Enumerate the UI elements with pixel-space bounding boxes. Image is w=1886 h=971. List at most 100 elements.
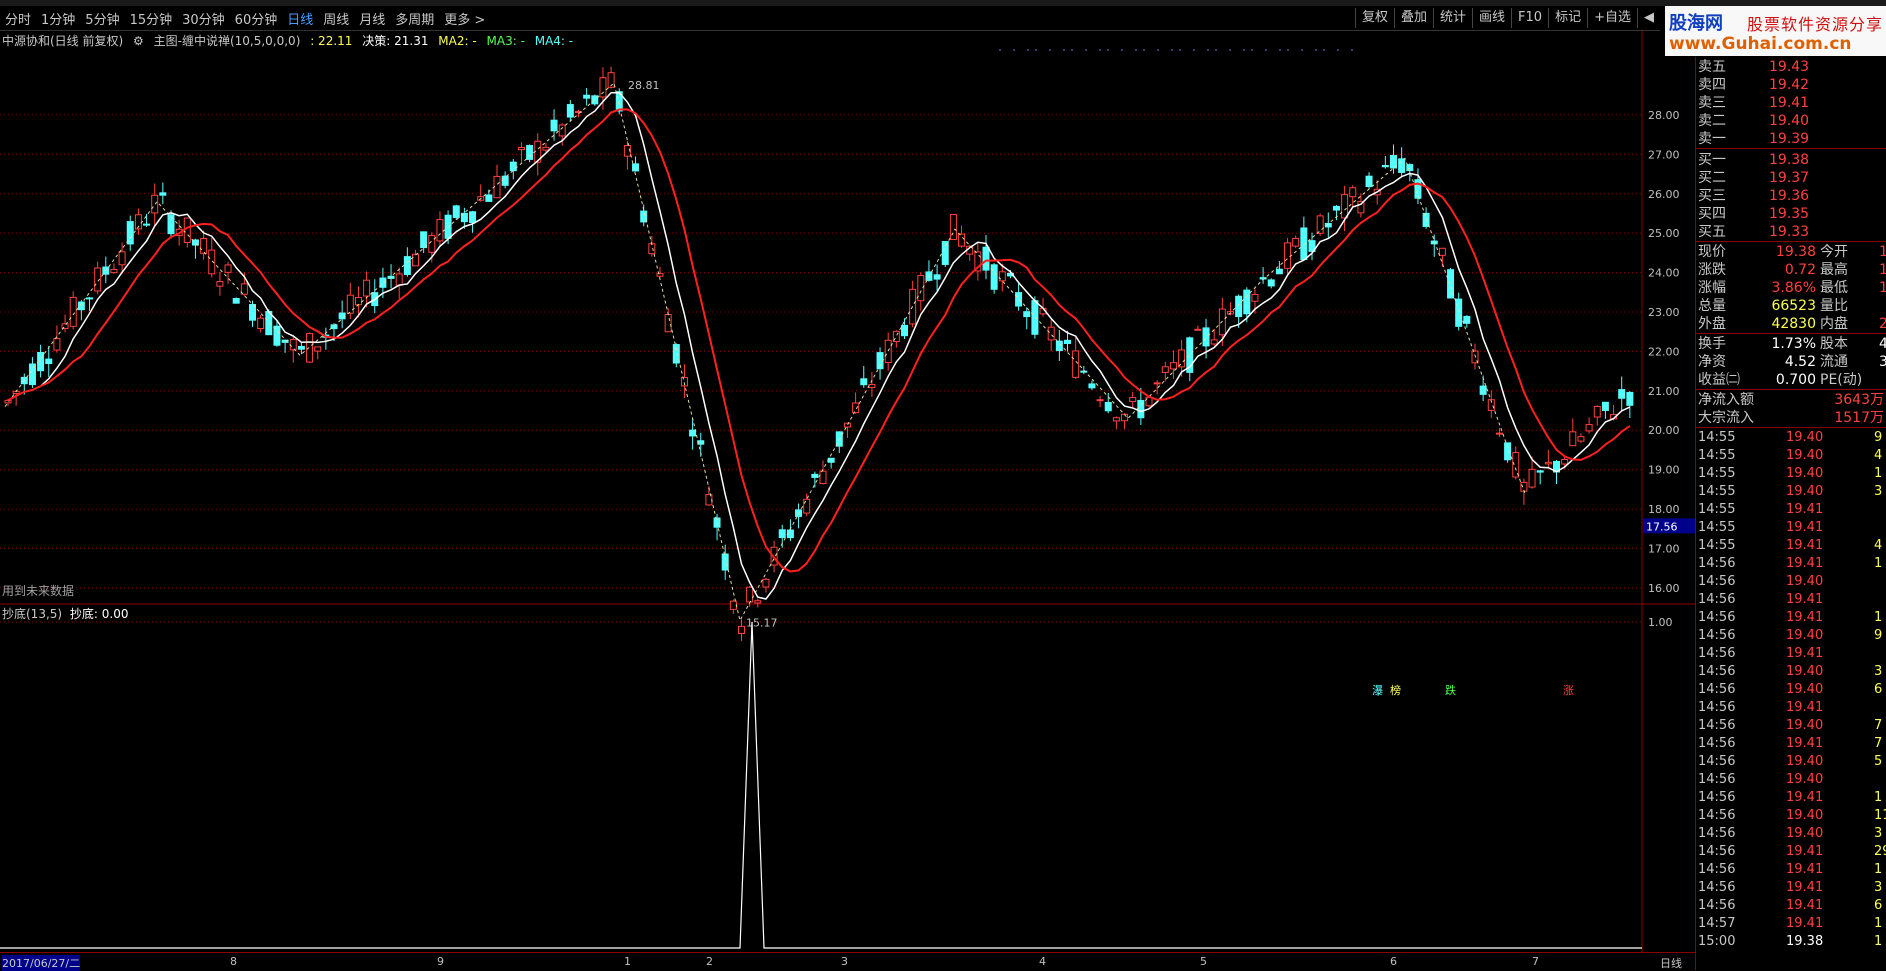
candle-body <box>118 251 126 266</box>
low-marker: 15.17 <box>746 617 778 630</box>
candle-body <box>1569 431 1577 447</box>
future-data-note: 用到未来数据 <box>2 584 75 598</box>
period-weekly[interactable]: 周线 <box>323 9 349 28</box>
candle-body <box>159 192 167 196</box>
candle-body <box>786 529 794 539</box>
candle-body <box>1153 382 1161 385</box>
candle-body <box>762 578 770 588</box>
candle-body <box>517 146 525 151</box>
high-marker: 28.81 <box>628 79 660 92</box>
tick-row: 14:56 19.40 5 <box>1698 754 1883 769</box>
candle-body <box>1406 164 1414 172</box>
candle-body <box>860 378 868 386</box>
candle-body <box>1528 468 1536 488</box>
period-daily[interactable]: 日线 <box>287 9 313 28</box>
candle-body <box>354 296 362 306</box>
tick-row: 14:56 19.40 3 <box>1698 826 1883 841</box>
month-label: 9 <box>437 955 444 968</box>
stats-button[interactable]: 统计 <box>1433 8 1472 28</box>
tick-row: 14:56 19.40 7 <box>1698 718 1883 733</box>
candle-body <box>1104 401 1112 412</box>
candle-body <box>110 268 118 274</box>
candle-body <box>1341 194 1349 219</box>
price-tick-label: 26.00 <box>1648 188 1680 201</box>
month-label: 2 <box>706 955 713 968</box>
candle-body <box>778 529 786 539</box>
ask-row: 卖二 19.40 <box>1698 113 1810 129</box>
candle-body <box>1626 391 1634 406</box>
candle-body <box>1161 366 1169 373</box>
tick-row: 14:56 19.41 1 <box>1698 862 1883 877</box>
candle-body <box>297 345 305 350</box>
candle-body <box>1585 424 1593 432</box>
f10-button[interactable]: F10 <box>1511 8 1548 28</box>
sub-chart-title[interactable]: 抄底(13,5) <box>2 607 62 621</box>
tick-row: 14:56 19.41 <box>1698 700 1824 715</box>
tick-row: 14:56 19.41 6 <box>1698 898 1883 913</box>
logo-url: www.Guhai.com.cn <box>1669 34 1852 54</box>
candle-body <box>721 553 729 571</box>
candle-body <box>1601 401 1609 411</box>
candle-body <box>1332 205 1340 211</box>
candle-body <box>363 279 371 297</box>
sub-chart-header: 抄底(13,5) 抄底: 0.00 <box>2 605 129 622</box>
period-more[interactable]: 更多 > <box>444 9 485 28</box>
collapse-arrow-icon[interactable]: ◀ <box>1637 8 1660 28</box>
tick-row: 14:55 19.40 9 <box>1698 430 1883 445</box>
candle-body <box>1300 227 1308 261</box>
candle-body <box>1023 311 1031 318</box>
tick-row: 14:55 19.41 <box>1698 520 1824 535</box>
mark-button[interactable]: 标记 <box>1548 8 1587 28</box>
signal-label: 瀑 <box>1372 684 1383 697</box>
candle-body <box>1455 298 1463 327</box>
candle-body <box>917 275 925 302</box>
candle-body <box>1479 385 1487 395</box>
candle-body <box>1064 339 1071 344</box>
stat-row: 净资4.52流通3. <box>1698 354 1886 370</box>
candle-body <box>746 586 754 603</box>
overlay-button[interactable]: 叠加 <box>1394 8 1433 28</box>
fuquan-button[interactable]: 复权 <box>1354 8 1394 28</box>
candle-body <box>982 246 990 271</box>
candle-body <box>689 429 697 437</box>
candle-body <box>420 231 428 249</box>
bid-row: 买四 19.35 <box>1698 206 1810 222</box>
candle-body <box>1292 237 1300 247</box>
kline-chart[interactable]: 28.00 27.00 26.00 25.00 24.00 23.00 22.00 21.00… <box>0 30 1695 952</box>
month-label: 3 <box>841 955 848 968</box>
candle-body <box>208 249 216 275</box>
period-30min[interactable]: 30分钟 <box>182 9 225 28</box>
candle-body <box>803 498 811 514</box>
candle-body <box>1544 461 1552 465</box>
candle-body <box>1284 242 1292 269</box>
tick-row: 14:56 19.40 6 <box>1698 682 1883 697</box>
period-multi[interactable]: 多周期 <box>395 9 434 28</box>
candle-body <box>509 161 517 172</box>
date-axis: 2017/06/27/二 8 9 1 2 3 4 5 6 7 日线 <box>0 952 1695 971</box>
tick-row: 14:56 19.40 9 <box>1698 628 1883 643</box>
price-tick-label: 22.00 <box>1648 345 1680 358</box>
candle-body <box>1495 432 1503 435</box>
period-5min[interactable]: 5分钟 <box>85 9 119 28</box>
candle-body <box>1381 164 1389 168</box>
candle-body <box>1463 315 1471 324</box>
price-tick-label: 24.00 <box>1648 267 1680 280</box>
period-monthly[interactable]: 月线 <box>359 9 385 28</box>
price-tick-label: 28.00 <box>1648 109 1680 122</box>
candle-body <box>1275 268 1283 275</box>
ask-row: 卖四 19.42 <box>1698 77 1810 93</box>
period-60min[interactable]: 60分钟 <box>235 9 278 28</box>
draw-line-button[interactable]: 画线 <box>1472 8 1511 28</box>
period-1min[interactable]: 1分钟 <box>41 9 75 28</box>
price-tick-label: 21.00 <box>1648 385 1680 398</box>
price-tick-label: 23.00 <box>1648 306 1680 319</box>
period-fenshi[interactable]: 分时 <box>5 9 31 28</box>
tick-row: 14:55 19.40 1 <box>1698 466 1883 481</box>
ask-row: 卖一 19.39 <box>1698 131 1810 147</box>
site-logo: 股海网 股票软件资源分享 www.Guhai.com.cn <box>1665 6 1886 56</box>
period-15min[interactable]: 15分钟 <box>130 9 173 28</box>
signal-label: 榜 <box>1390 683 1401 697</box>
candle-body <box>306 333 314 363</box>
add-watchlist-button[interactable]: +自选 <box>1587 8 1637 28</box>
tick-row: 14:56 19.41 <box>1698 646 1824 661</box>
